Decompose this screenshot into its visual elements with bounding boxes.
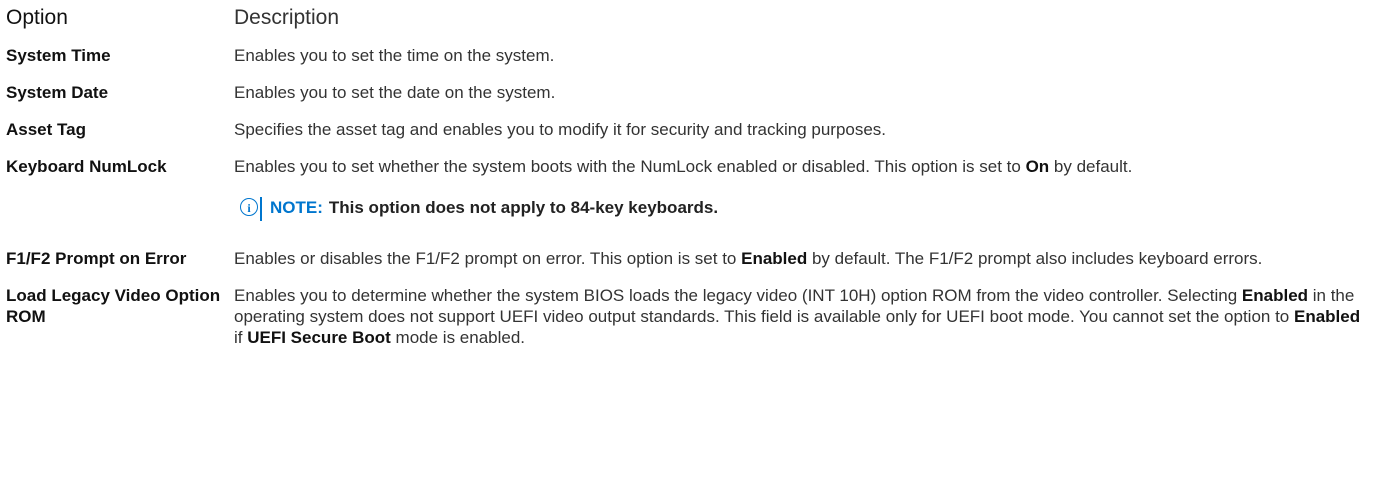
note-label: NOTE: — [270, 198, 323, 217]
table-row: Load Legacy Video Option ROM Enables you… — [0, 285, 1382, 348]
description-keyword: Enabled — [1293, 307, 1361, 326]
option-description: Enables you to determine whether the sys… — [234, 285, 1382, 348]
description-keyword: On — [1025, 157, 1050, 176]
description-text: Enables you to set whether the system bo… — [234, 157, 1026, 176]
description-text: by default. — [1049, 157, 1133, 176]
note-text: This option does not apply to 84-key key… — [328, 198, 719, 217]
description-text: Enables you to determine whether the sys… — [234, 286, 1242, 305]
description-text: mode is enabled. — [390, 328, 526, 347]
option-name: Keyboard NumLock — [6, 157, 167, 176]
option-description: Specifies the asset tag and enables you … — [234, 120, 887, 139]
option-name: System Date — [6, 83, 109, 102]
option-description: Enables you to set the time on the syste… — [234, 46, 555, 65]
option-name: Asset Tag — [6, 120, 86, 139]
table-row: System Date Enables you to set the date … — [0, 82, 1382, 103]
table-header: Option Description — [0, 0, 1382, 34]
description-text: if — [234, 328, 248, 347]
description-keyword: UEFI Secure Boot — [247, 328, 391, 347]
option-description: Enables you to set the date on the syste… — [234, 83, 556, 102]
info-icon: i — [240, 198, 258, 216]
header-description: Description — [234, 6, 340, 29]
table-row: Asset Tag Specifies the asset tag and en… — [0, 119, 1382, 140]
description-keyword: Enabled — [741, 249, 808, 268]
option-description: Enables you to set whether the system bo… — [234, 156, 1382, 221]
note-callout: i NOTE: This option does not apply to 84… — [240, 197, 1362, 221]
description-text: by default. The F1/F2 prompt also includ… — [807, 249, 1263, 268]
option-name: F1/F2 Prompt on Error — [6, 249, 187, 268]
option-description: Enables or disables the F1/F2 prompt on … — [234, 248, 1382, 269]
description-keyword: Enabled — [1241, 286, 1309, 305]
option-name: Load Legacy Video Option ROM — [6, 286, 221, 326]
description-text: Enables or disables the F1/F2 prompt on … — [234, 249, 742, 268]
option-name: System Time — [6, 46, 111, 65]
options-table: Option Description System Time Enables y… — [0, 0, 1382, 348]
header-option: Option — [6, 6, 68, 29]
note-divider — [260, 197, 262, 221]
table-row: System Time Enables you to set the time … — [0, 45, 1382, 66]
table-row: F1/F2 Prompt on Error Enables or disable… — [0, 248, 1382, 269]
table-row: Keyboard NumLock Enables you to set whet… — [0, 156, 1382, 221]
